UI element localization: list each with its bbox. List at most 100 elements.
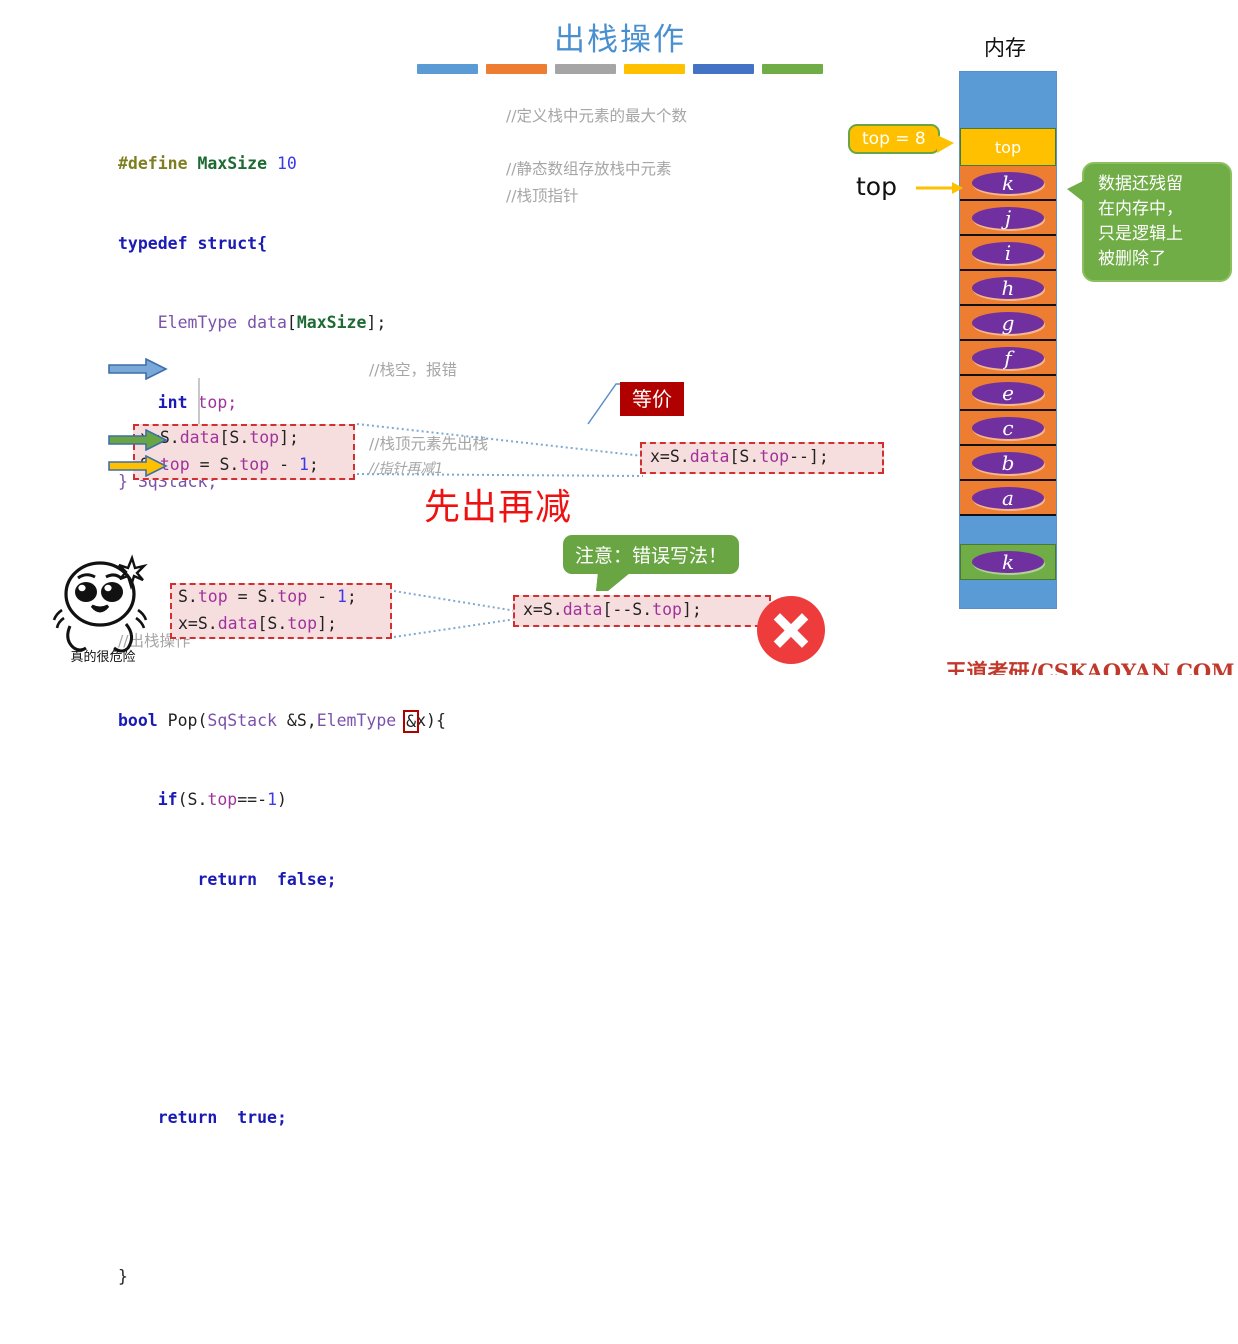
- accent-bar-row: [417, 64, 823, 75]
- hl2-d: top: [239, 455, 270, 474]
- token-if-close: ): [277, 790, 287, 809]
- top-pointer-arrow: [916, 182, 963, 194]
- memory-cell: a: [960, 481, 1056, 516]
- code-line-typedef: typedef struct{: [118, 231, 446, 258]
- eq-d: top: [759, 447, 790, 466]
- accent-bar: [762, 64, 823, 74]
- code-line-placeholder-b: [118, 1026, 446, 1053]
- eq-e: --];: [789, 447, 829, 466]
- memory-cell: k: [960, 166, 1056, 201]
- memory-cell: [960, 100, 1056, 128]
- ws2-d: top: [287, 614, 318, 633]
- arrow-if-blue: [108, 358, 168, 380]
- token-if: if: [157, 790, 178, 809]
- code-line-data: ElemType data[MaxSize];: [118, 310, 446, 337]
- memory-title: 内存: [984, 36, 1026, 60]
- ws-c: = S.: [227, 587, 278, 606]
- wr-a: x=S.: [523, 600, 563, 619]
- memory-cell-value-oval: j: [972, 206, 1044, 230]
- code-line-close-brace: }: [118, 1264, 446, 1291]
- code-line-placeholder-a: [118, 946, 446, 973]
- comment-maxsize: //定义栈中元素的最大个数: [506, 107, 687, 125]
- memory-cell-value-oval: h: [972, 276, 1044, 300]
- memory-cell-value-oval: k: [972, 171, 1044, 195]
- wrong-result-text: x=S.data[--S.top];: [523, 597, 702, 624]
- hl-c: [S.: [219, 428, 250, 447]
- mascot-caption: 真的很危险: [70, 650, 136, 665]
- wrong-x-icon: [757, 596, 825, 664]
- memory-note-line-4: 被删除了: [1098, 249, 1166, 269]
- memory-cell-value-oval: g: [972, 311, 1044, 335]
- token-elemtype: ElemType: [157, 313, 238, 332]
- wrong-usage-bubble-text: 注意：错误写法！: [575, 545, 728, 567]
- memory-cell-value-oval: e: [972, 381, 1044, 405]
- ws2-c: [S.: [257, 614, 288, 633]
- memory-cell: k: [960, 544, 1056, 580]
- equiv-dotted-connector: [356, 423, 644, 477]
- comment-static-array: //静态数组存放栈中元素: [506, 160, 672, 178]
- accent-bar: [555, 64, 616, 74]
- memory-cell: c: [960, 411, 1056, 446]
- hl-d: top: [249, 428, 280, 447]
- token-close-brace: }: [118, 1267, 128, 1286]
- token-define: #define: [118, 154, 188, 173]
- memory-cell-value-oval: c: [972, 416, 1044, 440]
- ws2-e: ];: [317, 614, 337, 633]
- top-value-callout: top = 8: [848, 124, 954, 154]
- footer-watermark: 王道考研/CSKAOYAN.COM: [945, 659, 1235, 675]
- wr-e: ];: [681, 600, 702, 619]
- hl-e: ];: [279, 428, 299, 447]
- token-if-top: top: [207, 790, 238, 809]
- eq-a: x=S.: [650, 447, 690, 466]
- token-x-paren: x){: [416, 710, 446, 730]
- memory-column: top k j i h g f e c b a k: [959, 71, 1057, 609]
- accent-bar: [486, 64, 547, 74]
- memory-cell: [960, 516, 1056, 544]
- accent-bar: [693, 64, 754, 74]
- code-line-int-top: int top;: [118, 390, 446, 417]
- memory-cell: e: [960, 376, 1056, 411]
- wr-d: top: [652, 600, 682, 619]
- hl2-g: ;: [308, 455, 319, 474]
- ampersand-highlight-box: &: [403, 709, 420, 733]
- memory-cell: top: [960, 128, 1056, 166]
- accent-bar: [417, 64, 478, 74]
- token-return: return: [197, 869, 258, 889]
- eq-c: [S.: [729, 447, 760, 466]
- code-line-close-fn: [118, 1185, 446, 1212]
- bubble-tail: [596, 573, 630, 591]
- ws-b: top: [197, 587, 228, 606]
- comment-stack-empty: //栈空，报错: [369, 361, 457, 379]
- eq-b: data: [689, 447, 730, 466]
- ws-d: top: [277, 587, 308, 606]
- memory-note-callout: 数据还残留 在内存中， 只是逻辑上 被删除了: [1067, 162, 1232, 282]
- arrow-pop-green: [108, 429, 168, 451]
- memory-cell-label: top: [994, 137, 1022, 157]
- memory-note-line-3: 只是逻辑上: [1098, 224, 1183, 244]
- token-maxsize: MaxSize: [197, 154, 268, 173]
- slide-canvas: 出栈操作 #define MaxSize 10 typedef struct{ …: [0, 0, 1238, 1286]
- token-ten: 10: [276, 154, 297, 173]
- memory-cell: b: [960, 446, 1056, 481]
- token-data: data: [247, 313, 287, 332]
- ws2-b: data: [217, 614, 258, 633]
- token-if-eq: ==-: [237, 790, 268, 809]
- wrong-dotted-connector: [393, 590, 517, 638]
- token-if-one: 1: [267, 790, 277, 809]
- memory-cell: [960, 580, 1056, 608]
- top-pointer-label: top: [856, 172, 897, 201]
- hl2-e: -: [269, 455, 299, 474]
- token-elemtype2: ElemType: [316, 710, 397, 730]
- memory-note-line-1: 数据还残留: [1098, 174, 1183, 194]
- token-pop: Pop(: [157, 710, 208, 730]
- wr-b: data: [562, 600, 603, 619]
- token-amp-s: &S,: [276, 710, 317, 730]
- equivalent-chip: 等价: [620, 382, 684, 416]
- memory-note-line-2: 在内存中，: [1098, 199, 1183, 219]
- hl-b: data: [179, 428, 220, 447]
- memory-cell-value-oval: f: [972, 346, 1044, 370]
- accent-bar: [624, 64, 685, 74]
- equivalent-code-text: x=S.data[S.top--];: [650, 444, 829, 471]
- memory-cell-value-oval: b: [972, 451, 1044, 475]
- indent-guide: [198, 378, 200, 426]
